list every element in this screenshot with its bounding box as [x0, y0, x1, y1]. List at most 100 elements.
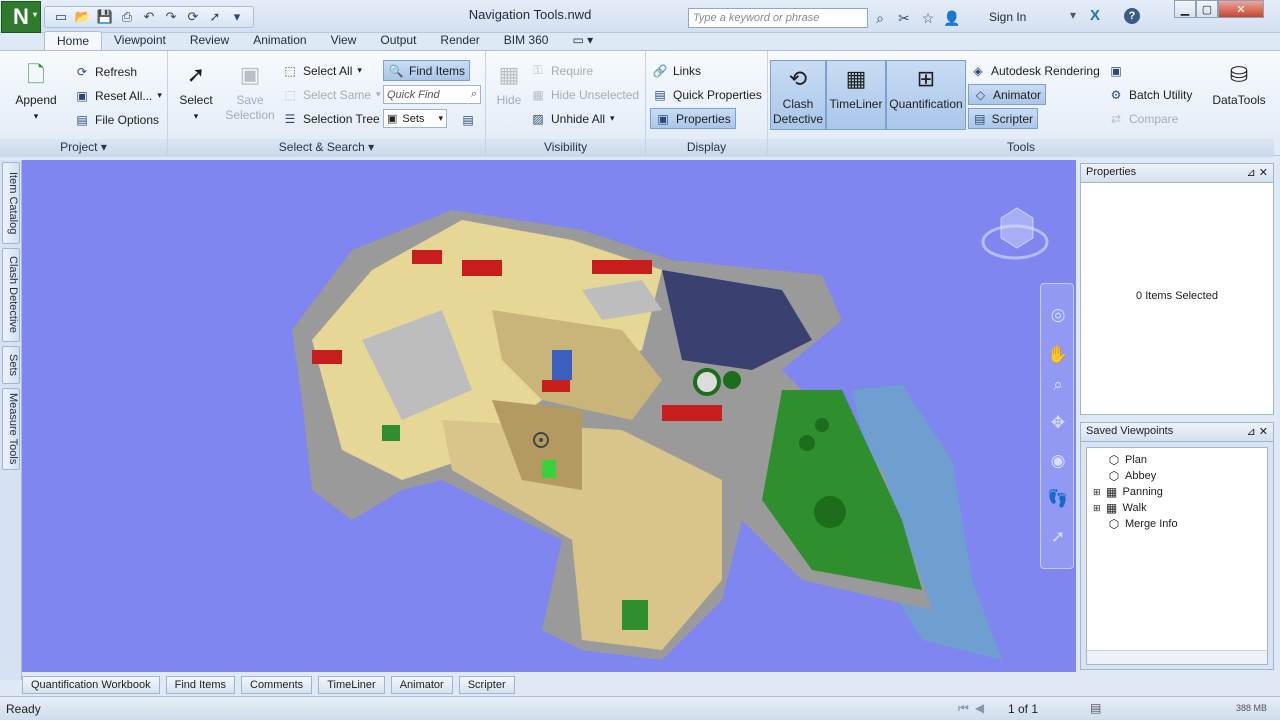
- file-options-button[interactable]: ▤ File Options: [74, 109, 159, 130]
- maximize-button[interactable]: ▢: [1196, 0, 1218, 18]
- expand-icon[interactable]: ⊞: [1093, 503, 1101, 514]
- timeliner-button[interactable]: ▦ TimeLiner: [826, 60, 886, 130]
- bottom-tab-scripter[interactable]: Scripter: [458, 676, 515, 694]
- bottom-tab-quantification-workbook[interactable]: Quantification Workbook: [22, 676, 160, 694]
- side-tab-clash-detective[interactable]: Clash Detective: [2, 248, 20, 342]
- datatools-button[interactable]: ⛁ DataTools: [1210, 57, 1268, 108]
- links-button[interactable]: 🔗 Links: [652, 60, 702, 81]
- redo-icon[interactable]: ↷: [161, 8, 181, 26]
- append-button[interactable]: 🗋 Append ▾: [8, 57, 64, 124]
- tools-icon[interactable]: ✂: [894, 8, 914, 28]
- selection-tree-button[interactable]: ☰ Selection Tree: [282, 108, 380, 129]
- tab-home[interactable]: Home: [44, 31, 103, 51]
- new-file-icon[interactable]: ▭: [51, 8, 71, 26]
- tab-viewpoint[interactable]: Viewpoint: [102, 31, 178, 51]
- zoom-window-icon[interactable]: ⌕: [1047, 374, 1069, 396]
- refresh-button[interactable]: ⟳ Refresh: [74, 61, 137, 82]
- link-icon: 🔗: [652, 63, 668, 78]
- reset-all-button[interactable]: ▣ Reset All... ▾: [74, 85, 162, 106]
- viewpoint-animation-item[interactable]: ⊞ ▦ Walk: [1093, 500, 1147, 516]
- unhide-all-button[interactable]: ▨ Unhide All ▾: [530, 108, 614, 129]
- cursor-icon: ➚: [186, 61, 206, 87]
- viewcube[interactable]: [975, 190, 1051, 266]
- expand-icon[interactable]: ⊞: [1093, 487, 1101, 498]
- tab-review[interactable]: Review: [178, 31, 241, 51]
- exchange-apps-icon[interactable]: X: [1090, 7, 1100, 24]
- undo-icon[interactable]: ↶: [139, 8, 159, 26]
- look-around-icon[interactable]: ◉: [1047, 450, 1069, 472]
- application-menu-button[interactable]: N ▾: [1, 1, 41, 33]
- compare-button[interactable]: ⇄ Compare: [1108, 108, 1178, 129]
- side-tab-item-catalog[interactable]: Item Catalog: [2, 162, 20, 244]
- bottom-tab-comments[interactable]: Comments: [241, 676, 313, 694]
- hide-button[interactable]: ▦ Hide: [490, 57, 528, 108]
- horizontal-scrollbar[interactable]: [1087, 650, 1267, 664]
- project-panel-label[interactable]: Project ▾: [0, 139, 167, 157]
- hide-unselected-button[interactable]: ▦ Hide Unselected: [530, 84, 639, 105]
- quick-find-icon[interactable]: ⌕: [471, 88, 477, 101]
- tab-view[interactable]: View: [319, 31, 369, 51]
- save-selection-button[interactable]: ▣ Save Selection: [222, 57, 278, 123]
- autodesk-rendering-button[interactable]: ◈ Autodesk Rendering: [970, 60, 1099, 81]
- previous-sheet-icon[interactable]: ◀: [975, 701, 984, 716]
- select-button[interactable]: ➚ Select ▾: [174, 57, 218, 124]
- find-items-button[interactable]: 🔍 Find Items: [383, 60, 471, 81]
- first-sheet-icon[interactable]: ⏮: [958, 701, 969, 716]
- bottom-tab-find-items[interactable]: Find Items: [165, 676, 235, 694]
- sign-in-dropdown-icon[interactable]: ▾: [1070, 8, 1076, 22]
- tab-bim360[interactable]: BIM 360: [492, 31, 561, 51]
- sets-dropdown[interactable]: ▣ Sets ▾: [383, 109, 447, 128]
- star-icon[interactable]: ☆: [918, 8, 938, 28]
- panel-pin-close-icon[interactable]: ⊿ ✕: [1247, 425, 1269, 439]
- user-icon[interactable]: 👤: [942, 8, 962, 28]
- side-tab-sets[interactable]: Sets: [2, 346, 20, 384]
- walk-icon[interactable]: 👣: [1047, 488, 1069, 510]
- minimize-button[interactable]: ▁: [1174, 0, 1196, 18]
- select-icon[interactable]: ➚: [1047, 526, 1069, 548]
- tab-output[interactable]: Output: [368, 31, 428, 51]
- select-search-panel-label[interactable]: Select & Search ▾: [168, 139, 485, 157]
- require-button[interactable]: ⚿ Require: [530, 60, 593, 81]
- bottom-tab-animator[interactable]: Animator: [390, 676, 453, 694]
- save-icon[interactable]: 💾: [95, 8, 115, 26]
- panel-pin-close-icon[interactable]: ⊿ ✕: [1247, 166, 1269, 180]
- pan-hand-icon[interactable]: ✋: [1047, 344, 1069, 366]
- manage-sets-icon[interactable]: ▤: [460, 109, 476, 130]
- side-tab-measure-tools[interactable]: Measure Tools: [2, 388, 20, 470]
- quantification-button[interactable]: ⊞ Quantification: [886, 60, 966, 130]
- viewpoint-item[interactable]: ⬡ Abbey: [1107, 468, 1156, 484]
- tab-render[interactable]: Render: [428, 31, 491, 51]
- bottom-tab-timeliner[interactable]: TimeLiner: [318, 676, 385, 694]
- help-search-input[interactable]: Type a keyword or phrase: [688, 8, 868, 28]
- animator-button[interactable]: ◇ Animator: [968, 84, 1046, 105]
- ribbon-display-options-icon[interactable]: ▭ ▾: [560, 31, 605, 51]
- scene-viewport[interactable]: [22, 160, 1076, 672]
- quick-properties-button[interactable]: ▤ Quick Properties: [652, 84, 761, 105]
- viewpoint-animation-item[interactable]: ⊞ ▦ Panning: [1093, 484, 1163, 500]
- customize-qat-icon[interactable]: ▾: [227, 8, 247, 26]
- print-icon[interactable]: ⎙: [117, 8, 137, 26]
- close-button[interactable]: ✕: [1218, 0, 1264, 18]
- select-cursor-icon[interactable]: ➚: [205, 8, 225, 26]
- batch-utility-button[interactable]: ⚙ Batch Utility: [1108, 84, 1193, 105]
- orbit-icon[interactable]: ✥: [1047, 412, 1069, 434]
- sign-in-button[interactable]: Sign In: [989, 10, 1026, 24]
- viewpoint-item[interactable]: ⬡ Merge Info: [1107, 516, 1178, 532]
- properties-button[interactable]: ▣ Properties: [650, 108, 736, 129]
- tab-animation[interactable]: Animation: [241, 31, 318, 51]
- binoculars-icon[interactable]: ⌕: [870, 8, 890, 28]
- help-icon[interactable]: ?: [1124, 8, 1140, 24]
- appearance-profiler-icon[interactable]: ▣: [1108, 60, 1124, 81]
- sheet-browser-icon[interactable]: ▤: [1090, 701, 1101, 715]
- quick-find-input[interactable]: Quick Find ⌕: [383, 85, 481, 104]
- open-file-icon[interactable]: 📂: [73, 8, 93, 26]
- refresh-icon[interactable]: ⟳: [183, 8, 203, 26]
- steering-wheel-icon[interactable]: ◎: [1047, 304, 1069, 326]
- film-strip-icon: ▦: [1105, 485, 1118, 499]
- select-all-button[interactable]: ⬚ Select All ▾: [282, 60, 362, 81]
- viewpoints-tree: ⬡ Plan ⬡ Abbey ⊞ ▦ Panning ⊞ ▦ Walk ⬡ Merge Inf…: [1086, 447, 1268, 665]
- select-same-button[interactable]: ⬚ Select Same ▾: [282, 84, 380, 105]
- viewpoint-item[interactable]: ⬡ Plan: [1107, 452, 1147, 468]
- scripter-button[interactable]: ▤ Scripter: [968, 108, 1038, 129]
- clash-detective-button[interactable]: ⟲ Clash Detective: [770, 60, 826, 130]
